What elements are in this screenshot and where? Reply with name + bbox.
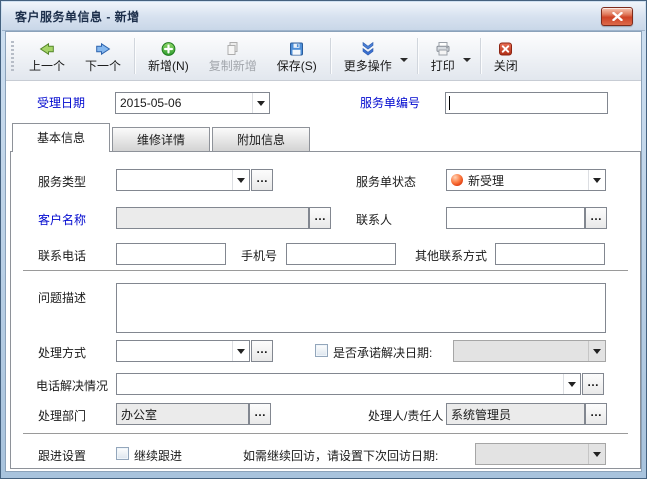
toolbar-gripper [11,41,14,71]
department-field: 办公室 [116,403,249,425]
toolbar-separator [480,38,481,74]
close-x-icon [612,12,623,21]
toolbar-separator [330,38,331,74]
title-bar: 客户服务单信息 - 新增 [2,2,645,31]
problem-description-textarea[interactable] [116,283,606,333]
revisit-date-combobox [475,443,606,465]
handle-method-combobox[interactable] [116,340,250,362]
close-button[interactable]: 关闭 [484,34,528,78]
department-label: 处理部门 [38,409,86,423]
chevron-down-icon [588,341,605,361]
print-button[interactable]: 打印 [421,34,465,78]
promise-date-combobox [453,340,606,362]
other-contact-input[interactable] [495,243,605,265]
service-type-label: 服务类型 [38,175,86,189]
contact-person-label: 联系人 [356,213,392,227]
chevron-down-icon [588,444,605,464]
arrow-right-icon [94,41,112,57]
continue-followup-checkbox[interactable] [116,447,129,460]
problem-description-label: 问题描述 [38,291,86,305]
copy-new-button: 复制新增 [199,34,267,78]
chevron-down-icon[interactable] [232,170,249,190]
contact-person-ellipsis-button[interactable]: … [585,207,607,229]
chevron-down-icon[interactable] [588,170,605,190]
accept-date-combobox[interactable]: 2015-05-06 [115,92,270,114]
handler-value: 系统管理员 [447,406,511,423]
order-number-label: 服务单编号 [360,96,420,110]
save-button[interactable]: 保存(S) [267,34,327,78]
horizontal-divider [23,433,628,434]
status-combobox[interactable]: 新受理 [446,169,606,191]
dialog-body: 上一个 下一个 新增(N) [5,31,642,472]
other-contact-label: 其他联系方式 [415,249,487,263]
window-close-button[interactable] [601,7,633,26]
chevron-down-icon[interactable] [252,93,269,113]
order-number-input[interactable] [445,92,608,114]
more-actions-button[interactable]: 更多操作 [334,34,402,78]
service-type-combobox[interactable] [116,169,250,191]
customer-name-label: 客户名称 [38,213,86,227]
chevron-down-icon[interactable] [232,341,249,361]
revisit-hint-label: 如需继续回访，请设置下次回访日期: [243,449,438,463]
basic-info-panel: 服务类型 … 服务单状态 新受理 客户名称 … 联系人 … 联系电话 手机号 [10,151,641,469]
dialog-window: 客户服务单信息 - 新增 上一个 下一个 [0,0,647,479]
mobile-input[interactable] [286,243,396,265]
department-ellipsis-button[interactable]: … [249,403,271,425]
handler-field: 系统管理员 [446,403,585,425]
text-cursor [449,96,450,110]
phone-resolution-ellipsis-button[interactable]: … [582,373,604,395]
status-label: 服务单状态 [356,175,416,189]
floppy-disk-icon [288,41,305,57]
contact-phone-input[interactable] [116,243,226,265]
previous-button[interactable]: 上一个 [19,34,75,78]
customer-name-field [116,207,309,229]
phone-resolution-label: 电话解决情况 [36,379,108,393]
followup-settings-label: 跟进设置 [38,449,86,463]
promise-date-checkbox[interactable] [315,344,328,357]
continue-followup-label: 继续跟进 [134,449,182,463]
accept-date-label: 受理日期 [37,96,85,110]
print-dropdown-icon[interactable] [463,58,471,66]
printer-icon [434,41,452,57]
handle-method-label: 处理方式 [38,346,86,360]
tab-additional-info[interactable]: 附加信息 [212,127,310,152]
handler-ellipsis-button[interactable]: … [585,403,607,425]
more-actions-dropdown-icon[interactable] [400,58,408,66]
handle-method-ellipsis-button[interactable]: … [251,340,273,362]
red-x-square-icon [497,41,514,57]
double-chevron-down-icon [359,41,377,57]
chevron-down-icon[interactable] [563,374,580,394]
handler-label: 处理人/责任人 [368,409,443,423]
contact-phone-label: 联系电话 [38,249,86,263]
tab-repair-details[interactable]: 维修详情 [112,127,210,152]
promise-date-label: 是否承诺解决日期: [333,346,432,360]
department-value: 办公室 [117,406,157,423]
phone-resolution-combobox[interactable] [116,373,581,395]
toolbar-separator [417,38,418,74]
mobile-label: 手机号 [241,249,277,263]
contact-person-input[interactable] [446,207,585,229]
next-button[interactable]: 下一个 [75,34,131,78]
customer-name-ellipsis-button[interactable]: … [309,207,331,229]
accept-date-value: 2015-05-06 [116,96,181,110]
plus-circle-icon [160,41,177,57]
status-value: 新受理 [468,172,504,189]
add-new-button[interactable]: 新增(N) [138,34,199,78]
toolbar-separator [134,38,135,74]
arrow-left-icon [38,41,56,57]
window-title: 客户服务单信息 - 新增 [15,8,140,25]
toolbar: 上一个 下一个 新增(N) [6,32,641,81]
tab-basic-info[interactable]: 基本信息 [12,123,110,152]
service-type-ellipsis-button[interactable]: … [251,169,273,191]
copy-pages-icon [224,41,241,57]
status-dot-icon [451,174,463,186]
horizontal-divider [23,270,628,271]
